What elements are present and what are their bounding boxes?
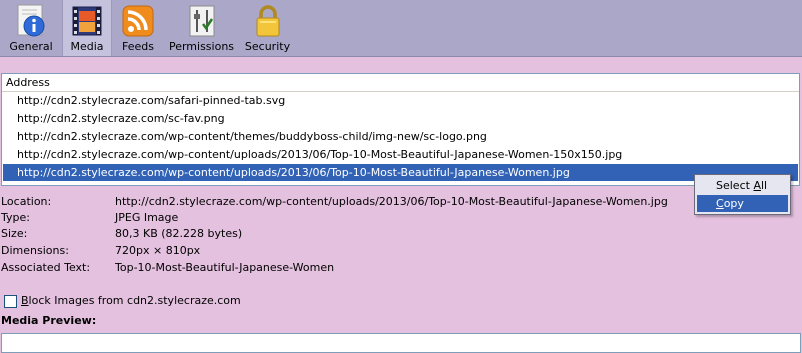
tab-general[interactable]: General <box>0 0 62 56</box>
rss-icon <box>122 5 154 37</box>
block-images-checkbox[interactable] <box>4 295 17 308</box>
associated-text-value: Top-10-Most-Beautiful-Japanese-Women <box>115 261 335 274</box>
tab-security[interactable]: Security <box>239 0 296 56</box>
menu-item-select-all[interactable]: Select All <box>697 177 788 194</box>
tab-label: Feeds <box>122 40 154 53</box>
size-value: 80,3 KB (82.228 bytes) <box>115 227 243 240</box>
location-value: http://cdn2.stylecraze.com/wp-content/up… <box>115 195 668 208</box>
list-item[interactable]: http://cdn2.stylecraze.com/wp-content/th… <box>3 128 798 145</box>
media-preview-pane <box>1 333 801 353</box>
tab-media[interactable]: Media <box>62 0 112 56</box>
info-icon <box>17 4 45 37</box>
associated-text-label: Associated Text: <box>1 261 91 274</box>
dimensions-label: Dimensions: <box>1 244 69 257</box>
size-label: Size: <box>1 227 28 240</box>
list-item[interactable]: http://cdn2.stylecraze.com/wp-content/up… <box>3 146 798 163</box>
tab-feeds[interactable]: Feeds <box>112 0 164 56</box>
list-item[interactable]: http://cdn2.stylecraze.com/sc-fav.png <box>3 110 798 127</box>
tab-permissions[interactable]: Permissions <box>164 0 239 56</box>
media-icon <box>72 6 102 36</box>
list-item[interactable]: http://cdn2.stylecraze.com/safari-pinned… <box>3 92 798 109</box>
context-menu: Select All Copy <box>694 174 791 215</box>
tab-label: General <box>9 40 53 53</box>
location-label: Location: <box>1 195 52 208</box>
address-list[interactable]: Address http://cdn2.stylecraze.com/safar… <box>1 73 800 186</box>
media-preview-title: Media Preview: <box>1 314 97 327</box>
lock-icon <box>256 5 279 37</box>
menu-item-copy[interactable]: Copy <box>697 195 788 212</box>
dimensions-value: 720px × 810px <box>115 244 201 257</box>
toolbar: General Media Feeds Permissions Security <box>0 0 802 57</box>
tab-label: Security <box>244 40 291 53</box>
tab-label: Permissions <box>168 40 235 53</box>
list-item-selected[interactable]: http://cdn2.stylecraze.com/wp-content/up… <box>3 164 798 181</box>
permissions-icon <box>189 5 214 37</box>
type-value: JPEG Image <box>115 211 179 224</box>
block-images-label[interactable]: Block Images from cdn2.stylecraze.com <box>21 294 241 307</box>
address-column-header[interactable]: Address <box>2 74 799 92</box>
type-label: Type: <box>1 211 30 224</box>
tab-label: Media <box>70 40 104 53</box>
